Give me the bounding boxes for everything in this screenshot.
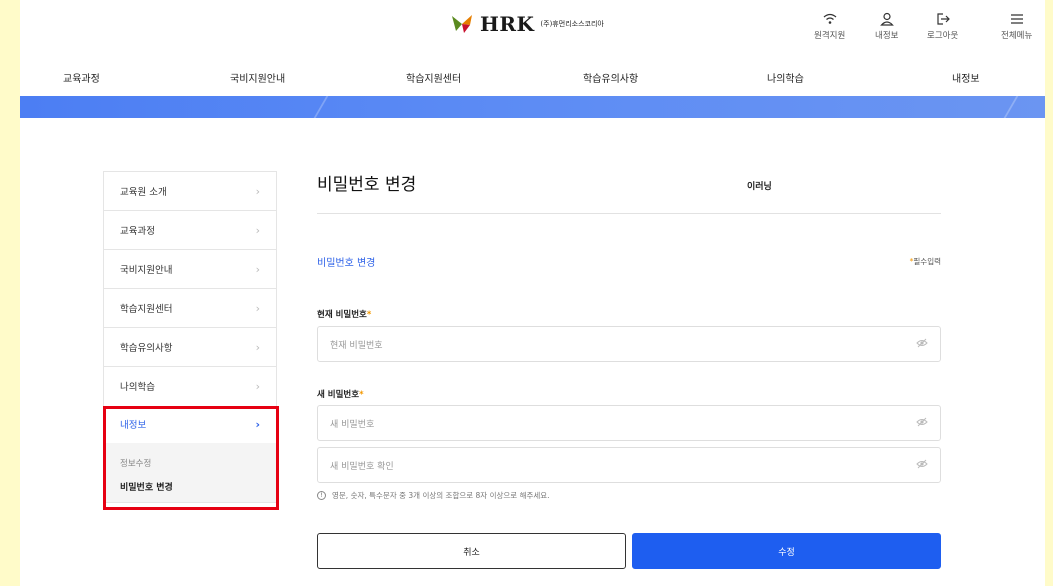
section-title: 비밀번호 변경 [317, 258, 376, 269]
highlight-box [103, 406, 279, 510]
sidebar-item-notes[interactable]: 학습유의사항 › [103, 327, 277, 366]
banner-stripe [313, 96, 329, 118]
logo-sub-small: (주)휴먼리소스코리아 [540, 20, 604, 28]
new-password-label-text: 새 비밀번호 [317, 390, 360, 400]
required-note-label: 필수입력 [913, 257, 941, 266]
logo[interactable]: HRK 이러닝 (주)휴먼리소스코리아 [450, 12, 772, 192]
menu-icon [1010, 14, 1023, 24]
current-password-label: 현재 비밀번호* [317, 308, 371, 320]
nav-item-my-info[interactable]: 내정보 [952, 70, 980, 85]
info-icon: ! [317, 491, 326, 500]
banner-stripe [1003, 96, 1019, 118]
chevron-right-icon: › [255, 184, 260, 198]
sidebar-item-my-learning[interactable]: 나의학습 › [103, 366, 277, 405]
header: HRK 이러닝 (주)휴먼리소스코리아 원격지원 내정보 로그아웃 전체메뉴 [20, 0, 1045, 192]
sidebar-item-label: 국비지원안내 [120, 265, 173, 276]
nav-item-courses[interactable]: 교육과정 [63, 70, 100, 85]
all-menu-label: 전체메뉴 [1001, 31, 1033, 41]
eye-off-icon[interactable] [916, 338, 928, 351]
page: HRK 이러닝 (주)휴먼리소스코리아 원격지원 내정보 로그아웃 전체메뉴 교… [20, 0, 1045, 586]
logout-button[interactable]: 로그아웃 [927, 12, 958, 41]
chevron-right-icon: › [255, 301, 260, 315]
password-hint: ! 영문, 숫자, 특수문자 중 3개 이상의 조합으로 8자 이상으로 해주세… [317, 490, 550, 501]
sidebar-item-label: 학습지원센터 [120, 304, 173, 315]
new-password-placeholder: 새 비밀번호 [330, 419, 375, 430]
nav-item-funding[interactable]: 국비지원안내 [230, 70, 285, 85]
main-nav: 교육과정 국비지원안내 학습지원센터 학습유의사항 나의학습 내정보 [20, 64, 1045, 92]
chevron-right-icon: › [255, 223, 260, 237]
sidebar-item-courses[interactable]: 교육과정 › [103, 210, 277, 249]
hero-banner [20, 96, 1045, 118]
chevron-right-icon: › [255, 262, 260, 276]
remote-support-button[interactable]: 원격지원 [814, 12, 845, 41]
sidebar-item-label: 교육원 소개 [120, 187, 167, 198]
logout-label: 로그아웃 [927, 31, 959, 41]
nav-item-notes[interactable]: 학습유의사항 [583, 70, 638, 85]
nav-item-support-center[interactable]: 학습지원센터 [406, 70, 461, 85]
confirm-password-placeholder: 새 비밀번호 확인 [330, 461, 394, 472]
logo-leaf-icon [450, 13, 476, 35]
submit-button[interactable]: 수정 [632, 533, 941, 569]
confirm-password-field[interactable]: 새 비밀번호 확인 [317, 447, 941, 483]
cancel-button[interactable]: 취소 [317, 533, 626, 569]
user-icon [879, 12, 894, 26]
sidebar-item-support-center[interactable]: 학습지원센터 › [103, 288, 277, 327]
sidebar-item-label: 학습유의사항 [120, 343, 173, 354]
new-password-label: 새 비밀번호* [317, 388, 364, 400]
sidebar-item-funding[interactable]: 국비지원안내 › [103, 249, 277, 288]
my-info-label: 내정보 [875, 31, 899, 41]
all-menu-button[interactable]: 전체메뉴 [1001, 12, 1032, 41]
my-info-button[interactable]: 내정보 [875, 12, 898, 41]
current-password-label-text: 현재 비밀번호 [317, 310, 367, 320]
chevron-right-icon: › [255, 340, 260, 354]
page-title: 비밀번호 변경 [317, 175, 417, 195]
eye-off-icon[interactable] [916, 459, 928, 472]
required-note: *필수입력 [910, 256, 941, 267]
nav-item-my-learning[interactable]: 나의학습 [767, 70, 804, 85]
logout-icon [937, 13, 950, 25]
required-star: * [359, 390, 364, 400]
wifi-icon [823, 13, 837, 24]
divider [317, 213, 941, 214]
remote-support-label: 원격지원 [814, 31, 846, 41]
current-password-placeholder: 현재 비밀번호 [330, 340, 383, 351]
new-password-field[interactable]: 새 비밀번호 [317, 405, 941, 441]
logo-subtitle: 이러닝 (주)휴먼리소스코리아 [540, 20, 771, 192]
current-password-field[interactable]: 현재 비밀번호 [317, 326, 941, 362]
chevron-right-icon: › [255, 379, 260, 393]
main-content: 비밀번호 변경 비밀번호 변경 *필수입력 현재 비밀번호* 현재 비밀번호 새… [317, 170, 941, 569]
logo-text: HRK [480, 12, 535, 36]
sidebar-item-label: 교육과정 [120, 226, 155, 237]
password-hint-text: 영문, 숫자, 특수문자 중 3개 이상의 조합으로 8자 이상으로 해주세요. [332, 491, 550, 500]
eye-off-icon[interactable] [916, 417, 928, 430]
required-star: * [366, 310, 372, 320]
sidebar-item-about[interactable]: 교육원 소개 › [103, 171, 277, 210]
sidebar-item-label: 나의학습 [120, 382, 155, 393]
